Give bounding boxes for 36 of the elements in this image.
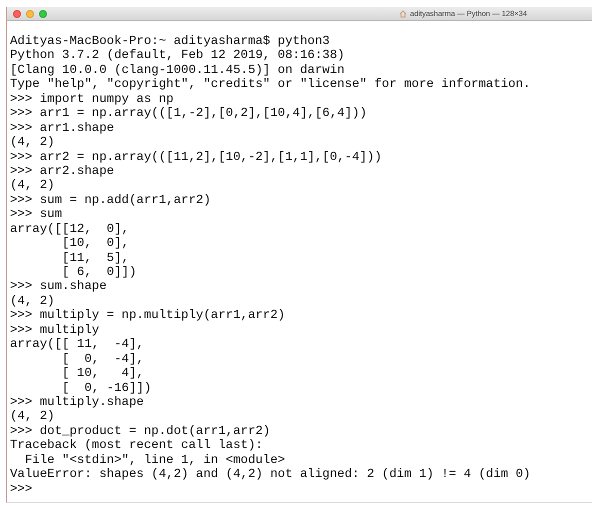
home-icon bbox=[399, 10, 408, 18]
close-button[interactable] bbox=[13, 10, 21, 18]
terminal-line: >>> dot_product = np.dot(arr1,arr2) bbox=[10, 424, 272, 438]
terminal-line: (4, 2) bbox=[10, 294, 56, 308]
terminal-line: [ 6, 0]]) bbox=[61, 265, 138, 280]
terminal-line: >>> arr2 = np.array(([11,2],[10,-2],[1,1],[0,-4])) bbox=[10, 150, 383, 164]
terminal-line: [11, 5], bbox=[61, 250, 130, 265]
terminal-line: >>> sum bbox=[10, 207, 64, 222]
terminal-line: [ 10, 4], bbox=[61, 366, 145, 380]
terminal-line: (4, 2) bbox=[10, 409, 56, 424]
terminal-line: >>> multiply.shape bbox=[10, 394, 145, 410]
terminal-line: >>> multiply bbox=[10, 322, 100, 338]
terminal-line: >>> arr1 = np.array(([1,-2],[0,2],[10,4],[6,4])) bbox=[10, 106, 368, 121]
terminal-line: array([[ 11, -4], bbox=[10, 337, 145, 352]
terminal-line: >>> sum.shape bbox=[10, 279, 108, 294]
terminal-line: array([[12, 0], bbox=[10, 222, 130, 236]
terminal-line: [ 0, -4], bbox=[61, 352, 145, 366]
terminal-line: Python 3.7.2 (default, Feb 12 2019, 08:16:38) bbox=[10, 48, 346, 63]
terminal-line: [ 0, -16]]) bbox=[61, 380, 152, 395]
terminal-line: [10, 0], bbox=[61, 236, 130, 251]
zoom-button[interactable] bbox=[39, 10, 47, 18]
terminal-line: ValueError: shapes (4,2) and (4,2) not aligned: 2 (dim 1) != 4 (dim 0) bbox=[10, 467, 532, 482]
terminal-line: Adityas-MacBook-Pro:~ adityasharma$ python3 bbox=[10, 34, 331, 48]
minimize-button[interactable] bbox=[26, 10, 34, 18]
terminal-line: >>> import numpy as np bbox=[10, 92, 175, 106]
terminal-line: >>> multiply = np.multiply(arr1,arr2) bbox=[10, 308, 286, 323]
terminal-line: >>> bbox=[10, 482, 34, 496]
terminal-line: Traceback (most recent call last): bbox=[10, 438, 264, 453]
terminal-line: >>> arr1.shape bbox=[10, 120, 116, 136]
terminal-line: >>> arr2.shape bbox=[10, 164, 116, 178]
terminal-line: [Clang 10.0.0 (clang-1000.11.45.5)] on darwin bbox=[10, 62, 346, 78]
terminal-line: (4, 2) bbox=[10, 135, 56, 150]
terminal-line: >>> sum = np.add(arr1,arr2) bbox=[10, 192, 212, 208]
terminal-line: Type "help", "copyright", "credits" or "license" for more information. bbox=[10, 77, 532, 92]
terminal-line: (4, 2) bbox=[10, 178, 56, 193]
terminal-line: File "<stdin>", line 1, in <module> bbox=[24, 452, 286, 468]
